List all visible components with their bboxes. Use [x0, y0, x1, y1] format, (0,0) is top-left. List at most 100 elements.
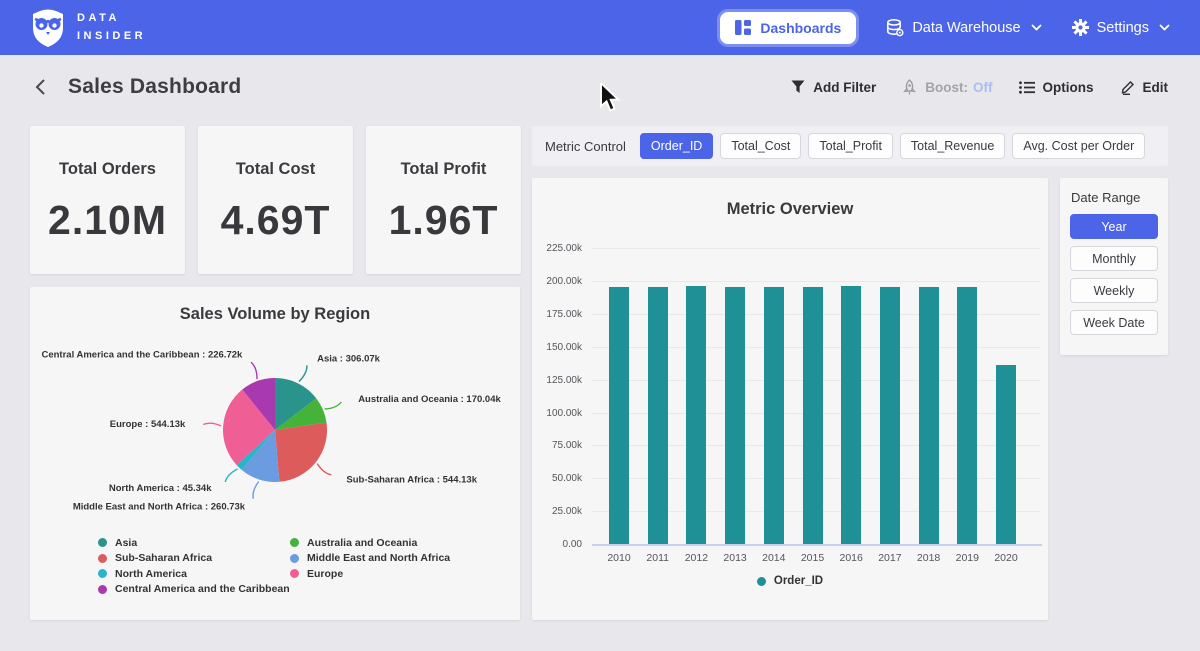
x-axis-tick: 2019: [947, 552, 987, 564]
metric-option-order-id[interactable]: Order_ID: [640, 133, 713, 159]
bar-2018[interactable]: [919, 287, 939, 544]
date-range-option-monthly[interactable]: Monthly: [1070, 246, 1158, 271]
dashboards-button[interactable]: Dashboards: [720, 12, 856, 44]
pie-label-asia: Asia : 306.07k: [317, 353, 381, 364]
metric-control-bar: Metric Control Order_ID Total_Cost Total_P…: [532, 126, 1168, 166]
gear-icon: [1072, 19, 1089, 36]
boost-toggle[interactable]: Boost: Off: [902, 79, 992, 95]
pie-leader-line: [325, 402, 342, 409]
legend-label: North America: [115, 568, 187, 580]
options-button[interactable]: Options: [1019, 80, 1094, 95]
settings-menu[interactable]: Settings: [1072, 19, 1170, 36]
legend-label: Asia: [115, 537, 137, 549]
date-range-option-week-date[interactable]: Week Date: [1070, 310, 1158, 335]
pie-label-central-america-and-the-caribbean: Central America and the Caribbean : 226.…: [41, 350, 243, 361]
legend-label: Middle East and North Africa: [307, 552, 450, 564]
pie-chart-title: Sales Volume by Region: [30, 305, 520, 324]
metric-option-total-profit[interactable]: Total_Profit: [808, 133, 893, 159]
bar-2014[interactable]: [764, 287, 784, 544]
edit-button[interactable]: Edit: [1120, 80, 1169, 95]
x-axis-line: [592, 544, 1042, 546]
pencil-icon: [1120, 80, 1135, 95]
filter-funnel-icon: [791, 80, 805, 94]
sales-volume-card: Sales Volume by Region Asia : 306.07k Aus…: [30, 287, 520, 620]
kpi-value: 1.96T: [366, 197, 521, 244]
metric-option-total-cost[interactable]: Total_Cost: [720, 133, 801, 159]
x-axis-tick: 2016: [831, 552, 871, 564]
bar-2016[interactable]: [841, 286, 861, 545]
data-warehouse-menu[interactable]: Data Warehouse: [886, 19, 1041, 37]
gridline: [592, 281, 1040, 282]
bar-2020[interactable]: [996, 365, 1016, 544]
metric-option-total-revenue[interactable]: Total_Revenue: [900, 133, 1005, 159]
kpi-value: 4.69T: [198, 197, 353, 244]
bar-2010[interactable]: [609, 287, 629, 544]
x-axis-tick: 2015: [793, 552, 833, 564]
bar-2019[interactable]: [957, 287, 977, 544]
x-axis-tick: 2018: [909, 552, 949, 564]
pie-legend-item-north-america[interactable]: North America: [98, 566, 290, 582]
data-warehouse-label: Data Warehouse: [912, 20, 1020, 36]
metric-overview-card: Metric Overview 225.00k200.00k175.00k150…: [532, 178, 1048, 620]
pie-leader-line: [317, 464, 331, 475]
legend-dot: [290, 569, 299, 578]
date-range-buttons: Year Monthly Weekly Week Date: [1070, 214, 1158, 335]
pie-leader-line: [253, 482, 259, 499]
pie-legend-item-central-america-and-the-caribbean[interactable]: Central America and the Caribbean: [98, 582, 290, 598]
boost-state: Off: [973, 80, 993, 95]
chevron-down-icon: [1031, 24, 1042, 31]
bar-2015[interactable]: [803, 287, 823, 544]
add-filter-button[interactable]: Add Filter: [791, 80, 876, 95]
bar-chart-legend[interactable]: Order_ID: [532, 575, 1048, 587]
metric-buttons: Order_ID Total_Cost Total_Profit Total_Reve…: [640, 133, 1145, 159]
add-filter-label: Add Filter: [813, 80, 876, 95]
dashboards-grid-icon: [735, 20, 751, 35]
order-id-legend-dot: [757, 577, 766, 586]
page-header: Sales Dashboard Add Filter Boost: Off: [0, 55, 1200, 119]
y-axis-tick: 25.00k: [532, 506, 582, 517]
y-axis-tick: 125.00k: [532, 375, 582, 386]
brand-logo[interactable]: DATA INSIDER: [30, 8, 146, 48]
pie-legend-item-europe[interactable]: Europe: [290, 566, 450, 582]
y-axis-tick: 175.00k: [532, 309, 582, 320]
bar-2012[interactable]: [686, 286, 706, 544]
x-axis-tick: 2013: [715, 552, 755, 564]
bar-2011[interactable]: [648, 287, 668, 544]
date-range-option-weekly[interactable]: Weekly: [1070, 278, 1158, 303]
pie-legend-item-asia[interactable]: Asia: [98, 535, 290, 551]
kpi-card-total-profit: Total Profit 1.96T: [366, 126, 521, 274]
pie-slice-sub-saharan-africa[interactable]: [275, 423, 327, 482]
y-axis-tick: 0.00: [532, 539, 582, 550]
pie-legend-item-middle-east-and-north-africa[interactable]: Middle East and North Africa: [290, 551, 450, 567]
pie-legend-item-australia-and-oceania[interactable]: Australia and Oceania: [290, 535, 450, 551]
x-axis-tick: 2014: [754, 552, 794, 564]
brand-line2: INSIDER: [77, 28, 146, 45]
edit-label: Edit: [1143, 80, 1169, 95]
kpi-label: Total Cost: [198, 160, 353, 179]
pie-label-middle-east-and-north-africa: Middle East and North Africa : 260.73k: [73, 501, 246, 512]
gridline: [592, 248, 1040, 249]
pie-label-north-america: North America : 45.34k: [109, 483, 212, 494]
bar-2017[interactable]: [880, 287, 900, 545]
chevron-down-icon: [1159, 24, 1170, 31]
legend-dot: [98, 554, 107, 563]
legend-dot: [98, 538, 107, 547]
legend-label: Europe: [307, 568, 343, 580]
legend-label: Sub-Saharan Africa: [115, 552, 212, 564]
x-axis-tick: 2017: [870, 552, 910, 564]
bar-2013[interactable]: [725, 287, 745, 544]
legend-dot: [290, 538, 299, 547]
options-label: Options: [1043, 80, 1094, 95]
x-axis-tick: 2012: [676, 552, 716, 564]
pie-label-sub-saharan-africa: Sub-Saharan Africa : 544.13k: [346, 475, 477, 486]
metric-control-label: Metric Control: [545, 139, 626, 154]
y-axis-tick: 225.00k: [532, 243, 582, 254]
pie-label-europe: Europe : 544.13k: [110, 419, 186, 430]
date-range-option-year[interactable]: Year: [1070, 214, 1158, 239]
pie-legend-item-sub-saharan-africa[interactable]: Sub-Saharan Africa: [98, 551, 290, 567]
back-button[interactable]: [32, 76, 48, 98]
metric-option-avg-cost-per-order[interactable]: Avg. Cost per Order: [1012, 133, 1145, 159]
rocket-icon: [902, 79, 917, 95]
kpi-value: 2.10M: [30, 197, 185, 244]
database-icon: [886, 19, 904, 37]
